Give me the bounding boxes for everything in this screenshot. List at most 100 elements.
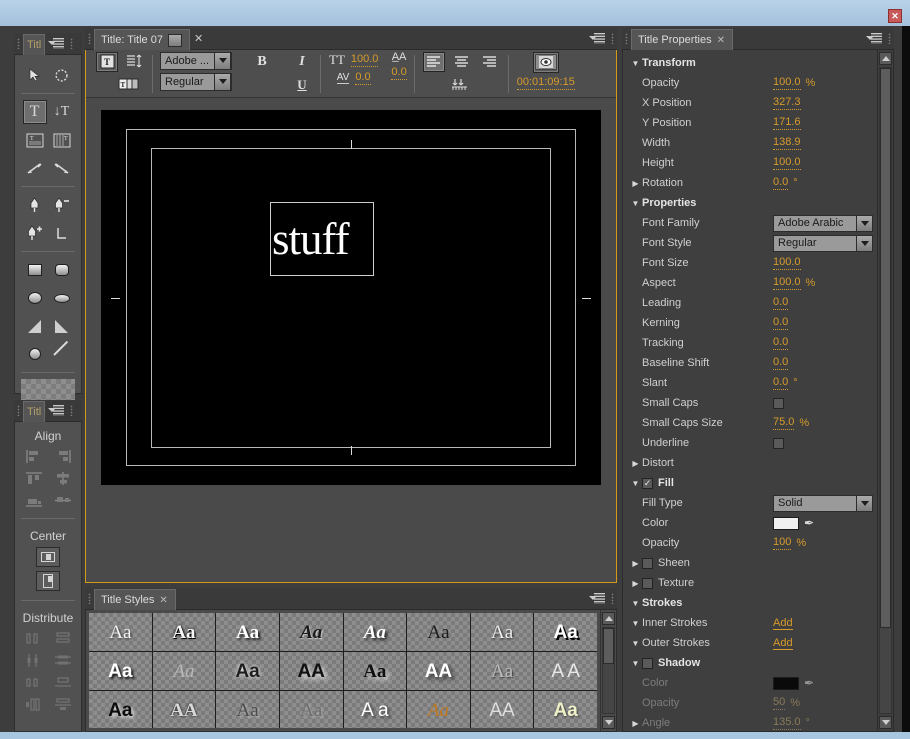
property-numeric-value[interactable]: 75.0 — [773, 416, 795, 430]
tab-tools[interactable]: Titl — [23, 34, 46, 55]
panel-grip-icon-right[interactable] — [67, 400, 76, 421]
title-style-swatch[interactable]: A a — [343, 691, 407, 728]
tab-title-properties-close-icon[interactable]: ✕ — [717, 35, 725, 46]
vertical-path-type-tool[interactable] — [50, 156, 74, 180]
title-style-swatch[interactable]: Aa — [534, 691, 597, 728]
align-bottom-button[interactable] — [23, 491, 44, 509]
distribute-bottom-button[interactable] — [52, 673, 73, 691]
panel-grip-icon-right[interactable] — [608, 28, 617, 49]
rounded-rectangle-tool[interactable] — [50, 286, 74, 310]
tab-align[interactable]: Titl — [23, 401, 46, 422]
twirl-right-icon[interactable]: ▶ — [629, 459, 642, 468]
add-anchor-point-tool[interactable] — [23, 221, 47, 245]
align-center-horizontal-button[interactable] — [52, 469, 73, 487]
styles-scrollbar[interactable] — [600, 610, 616, 731]
title-style-swatch[interactable]: AA — [470, 691, 534, 728]
align-center-icon[interactable] — [451, 52, 473, 72]
title-canvas-area[interactable]: stuff — [86, 99, 616, 582]
title-style-swatch[interactable]: Aa — [89, 652, 152, 690]
property-checkbox[interactable] — [642, 557, 653, 569]
property-numeric-value[interactable]: 100.0 — [773, 276, 801, 290]
panel-grip-icon[interactable] — [14, 33, 23, 54]
tab-title-styles-close-icon[interactable]: ✕ — [159, 595, 167, 606]
twirl-right-icon[interactable]: ▶ — [629, 719, 642, 728]
font-family-select[interactable]: Adobe ... — [160, 51, 232, 70]
align-panel-menu-icon[interactable] — [45, 400, 67, 421]
rotation-tool[interactable] — [50, 63, 74, 87]
roll-crawl-options-icon[interactable] — [123, 52, 145, 72]
scroll-down-icon[interactable] — [879, 716, 892, 729]
property-checkbox[interactable]: ✓ — [642, 477, 653, 489]
panel-grip-icon[interactable] — [14, 400, 23, 421]
add-stroke-link[interactable]: Add — [773, 617, 793, 630]
title-panel-menu-icon[interactable] — [586, 28, 608, 49]
title-text[interactable]: stuff — [272, 216, 350, 261]
property-checkbox[interactable] — [773, 437, 784, 449]
title-style-swatch[interactable]: Aa — [152, 613, 216, 651]
title-style-swatch[interactable]: AA — [279, 652, 343, 690]
ellipse-tool[interactable] — [23, 342, 47, 366]
bold-button[interactable]: B — [251, 52, 273, 72]
title-style-swatch[interactable]: Aa — [343, 652, 407, 690]
font-style-select[interactable]: Regular — [160, 72, 232, 91]
twirl-down-icon[interactable]: ▼ — [629, 199, 642, 208]
title-style-swatch[interactable]: A A — [534, 652, 597, 690]
title-style-swatch[interactable]: Aa — [152, 652, 216, 690]
property-numeric-value[interactable]: 327.3 — [773, 96, 801, 110]
panel-grip-icon[interactable] — [85, 588, 94, 609]
center-horizontally-button[interactable] — [36, 547, 60, 567]
twirl-down-icon[interactable]: ▼ — [629, 619, 642, 628]
panel-grip-icon-right[interactable] — [67, 33, 76, 54]
distribute-right-button[interactable] — [23, 673, 44, 691]
title-style-swatch[interactable]: Aa — [343, 613, 407, 651]
tab-title-close-icon[interactable]: ✕ — [194, 32, 203, 45]
property-checkbox[interactable] — [642, 577, 653, 589]
title-style-swatch[interactable]: Aa — [534, 613, 597, 651]
title-style-swatch[interactable]: AA — [407, 652, 470, 690]
twirl-right-icon[interactable]: ▶ — [629, 179, 642, 188]
twirl-down-icon[interactable]: ▼ — [629, 59, 642, 68]
tab-stops-icon[interactable] — [451, 75, 473, 95]
property-numeric-value[interactable]: 135.0 — [773, 716, 801, 730]
chevron-down-icon[interactable] — [856, 234, 873, 252]
styles-scroll-thumb[interactable] — [603, 628, 614, 664]
twirl-right-icon[interactable]: ▶ — [629, 579, 642, 588]
property-select[interactable]: Regular — [773, 234, 873, 252]
property-checkbox[interactable] — [773, 397, 784, 409]
clipped-corner-rectangle-tool[interactable] — [23, 286, 47, 310]
align-left-button[interactable] — [23, 447, 44, 465]
video-frame[interactable]: stuff — [101, 110, 601, 485]
title-style-swatch[interactable]: Aa — [216, 691, 279, 728]
underline-button[interactable]: U — [291, 75, 313, 95]
delete-anchor-point-tool[interactable] — [50, 193, 74, 217]
distribute-left-button[interactable] — [23, 629, 44, 647]
arc-tool[interactable] — [50, 314, 74, 338]
twirl-down-icon[interactable]: ▼ — [629, 479, 642, 488]
convert-anchor-point-tool[interactable] — [50, 221, 74, 245]
vertical-area-type-tool[interactable]: T — [50, 128, 74, 152]
align-right-button[interactable] — [52, 447, 73, 465]
title-style-swatch[interactable]: Aa — [407, 691, 470, 728]
italic-button[interactable]: I — [291, 52, 313, 72]
type-tool[interactable]: T — [22, 100, 47, 124]
title-style-swatch[interactable]: AA — [152, 691, 216, 728]
tools-panel-menu-icon[interactable] — [45, 33, 67, 54]
eyedropper-icon[interactable]: ✒ — [804, 676, 814, 690]
color-swatch[interactable] — [773, 516, 799, 530]
property-select[interactable]: Solid — [773, 494, 873, 512]
property-numeric-value[interactable]: 171.6 — [773, 116, 801, 130]
align-right-icon[interactable] — [479, 52, 501, 72]
props-panel-menu-icon[interactable] — [863, 28, 885, 49]
title-style-swatch[interactable]: Aa — [89, 613, 152, 651]
property-numeric-value[interactable]: 0.0 — [773, 356, 789, 370]
rounded-corner-rectangle-tool[interactable] — [50, 258, 74, 282]
property-numeric-value[interactable]: 100 — [773, 536, 792, 550]
rectangle-tool[interactable] — [23, 258, 47, 282]
background-video-timecode[interactable]: 00:01:09:15 — [516, 76, 575, 90]
styles-panel-menu-icon[interactable] — [586, 588, 608, 609]
scroll-up-icon[interactable] — [879, 52, 892, 65]
leading-value[interactable]: 0.0 — [391, 66, 407, 80]
property-numeric-value[interactable]: 0.0 — [773, 376, 789, 390]
property-numeric-value[interactable]: 100.0 — [773, 76, 801, 90]
title-style-swatch[interactable]: Aa — [279, 691, 343, 728]
